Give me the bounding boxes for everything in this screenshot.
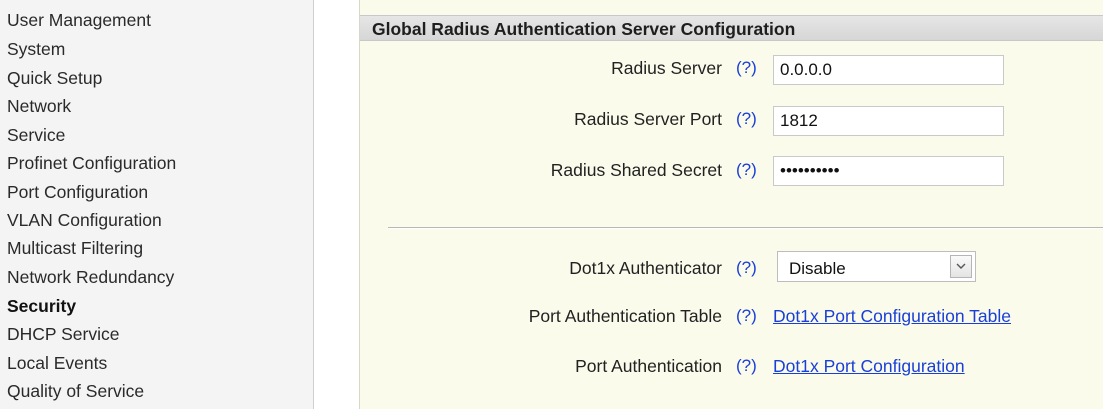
dot1x-authenticator-help-link[interactable]: (?): [736, 258, 757, 278]
chevron-down-icon[interactable]: [950, 255, 972, 278]
radius-server-port-input[interactable]: [773, 106, 1004, 136]
sidebar-item-port-configuration[interactable]: Port Configuration: [7, 181, 148, 203]
sidebar-item-profinet-configuration[interactable]: Profinet Configuration: [7, 152, 176, 174]
page-title: Global Radius Authentication Server Conf…: [372, 19, 796, 39]
dot1x-port-configuration-link[interactable]: Dot1x Port Configuration: [773, 356, 965, 377]
port-authentication-table-help-link[interactable]: (?): [736, 306, 757, 326]
sidebar-item-system[interactable]: System: [7, 38, 65, 60]
sidebar-item-local-events[interactable]: Local Events: [7, 352, 107, 374]
content-panel: Global Radius Authentication Server Conf…: [359, 0, 1103, 409]
sidebar-item-user-management[interactable]: User Management: [7, 9, 151, 31]
dot1x-authenticator-selected-value: Disable: [789, 259, 846, 278]
sidebar-item-vlan-configuration[interactable]: VLAN Configuration: [7, 209, 162, 231]
dot1x-authenticator-select[interactable]: Disable: [777, 251, 976, 282]
radius-server-port-help-link[interactable]: (?): [736, 109, 757, 129]
port-authentication-table-label: Port Authentication Table: [528, 306, 722, 326]
section-divider: [388, 227, 1103, 229]
dot1x-authenticator-label: Dot1x Authenticator: [569, 258, 722, 278]
radius-server-help-link[interactable]: (?): [736, 58, 757, 78]
sidebar-item-quick-setup[interactable]: Quick Setup: [7, 67, 102, 89]
sidebar-item-quality-of-service[interactable]: Quality of Service: [7, 380, 144, 402]
radius-server-port-label: Radius Server Port: [574, 109, 722, 129]
panel-header: Global Radius Authentication Server Conf…: [360, 15, 1103, 41]
sidebar-item-network[interactable]: Network: [7, 95, 71, 117]
sidebar: User Management System Quick Setup Netwo…: [0, 0, 314, 409]
sidebar-item-multicast-filtering[interactable]: Multicast Filtering: [7, 237, 143, 259]
radius-shared-secret-help-link[interactable]: (?): [736, 160, 757, 180]
sidebar-item-dhcp-service[interactable]: DHCP Service: [7, 323, 120, 345]
dot1x-port-configuration-table-link[interactable]: Dot1x Port Configuration Table: [773, 306, 1011, 327]
sidebar-item-service[interactable]: Service: [7, 124, 65, 146]
radius-server-label: Radius Server: [611, 58, 722, 78]
radius-shared-secret-field[interactable]: [773, 156, 1004, 186]
sidebar-item-network-redundancy[interactable]: Network Redundancy: [7, 266, 174, 288]
radius-shared-secret-label: Radius Shared Secret: [550, 160, 722, 180]
port-authentication-help-link[interactable]: (?): [736, 356, 757, 376]
radius-server-input[interactable]: [773, 55, 1004, 85]
port-authentication-label: Port Authentication: [575, 356, 722, 376]
sidebar-item-security[interactable]: Security: [7, 295, 76, 317]
